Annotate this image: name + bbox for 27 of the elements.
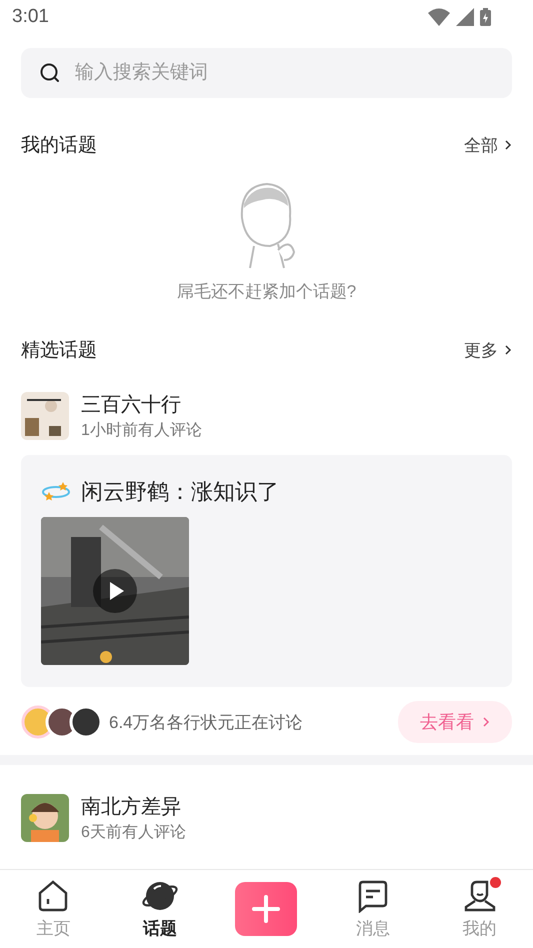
section-title: 精选话题 [21, 339, 97, 363]
search-bar[interactable]: 输入搜索关键词 [21, 48, 512, 98]
search-field[interactable]: 输入搜索关键词 [73, 61, 494, 85]
wifi-icon [428, 8, 450, 26]
all-link[interactable]: 全部 [464, 134, 512, 156]
add-button[interactable] [235, 882, 298, 936]
topic-activity: 1小时前有人评论 [81, 420, 202, 441]
post-title: 闲云野鹤：涨知识了 [81, 478, 279, 506]
signal-icon [456, 8, 474, 26]
post-card[interactable]: 闲云野鹤：涨知识了 [21, 455, 512, 687]
empty-message: 屌毛还不赶紧加个话题? [176, 281, 356, 303]
topic-name[interactable]: 三百六十行 [81, 391, 202, 418]
status-time: 3:01 [12, 6, 49, 28]
more-link[interactable]: 更多 [464, 338, 512, 362]
play-icon[interactable] [93, 569, 137, 613]
nav-tab[interactable]: 话题 [140, 878, 179, 940]
participants-count: 6.4万名各行状元正在讨论 [109, 712, 304, 734]
section-title: 我的话题 [21, 134, 97, 158]
profile-icon [462, 878, 497, 912]
battery-icon [480, 8, 491, 26]
chevron-icon [504, 139, 512, 151]
topic-name[interactable]: 南北方差异 [81, 793, 186, 820]
plus-icon [251, 894, 282, 924]
search-icon [39, 62, 61, 84]
chevron-icon [504, 344, 512, 356]
topic-activity: 6天前有人评论 [81, 823, 186, 843]
chevron-icon [482, 716, 490, 728]
